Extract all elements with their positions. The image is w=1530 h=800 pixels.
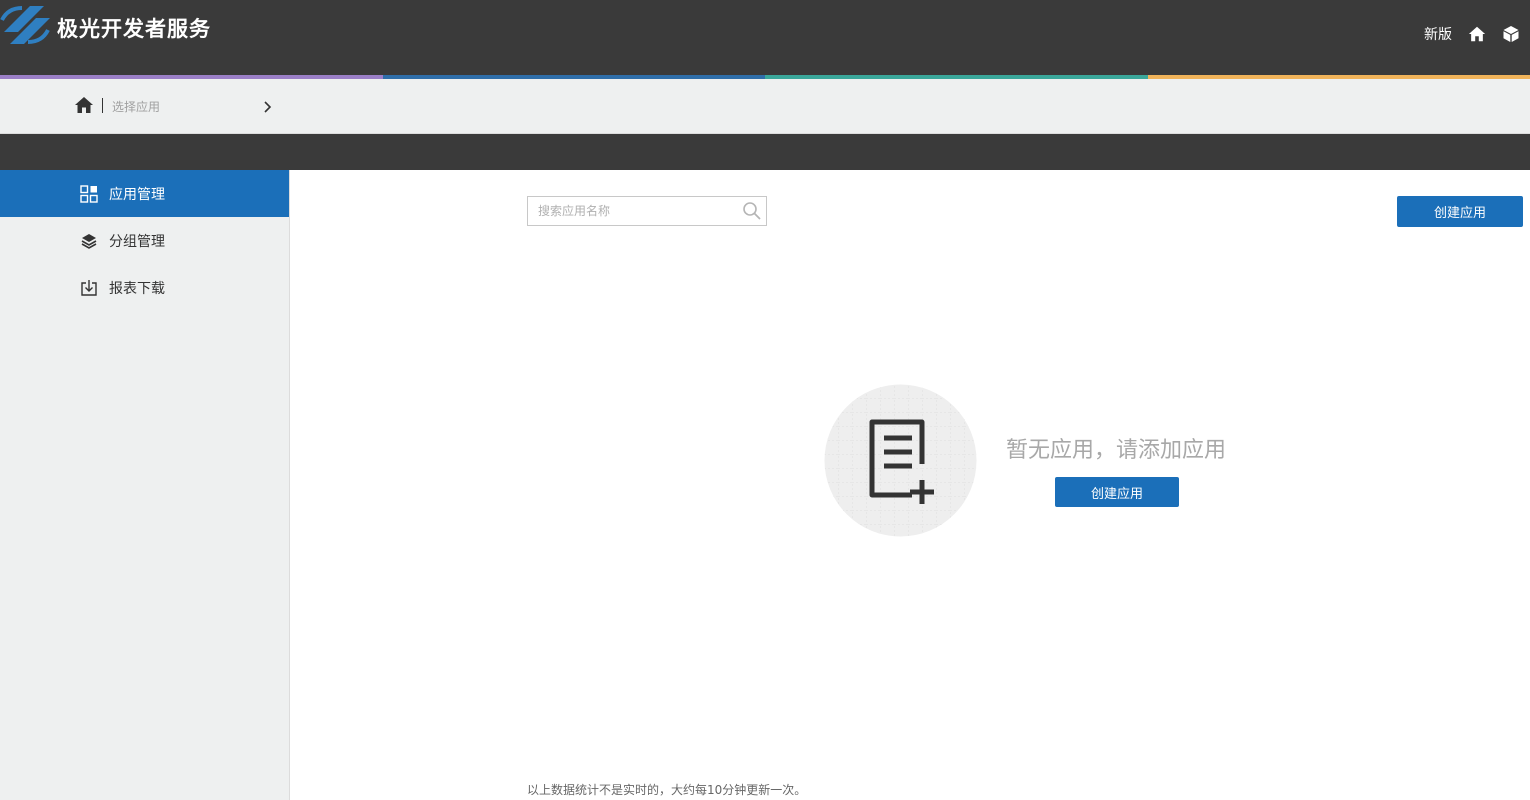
sidebar-item-group-management[interactable]: 分组管理 bbox=[0, 217, 289, 264]
breadcrumb-separator bbox=[102, 98, 103, 113]
jiguang-logo-icon[interactable] bbox=[0, 2, 50, 48]
sidebar-item-report-download[interactable]: 报表下载 bbox=[0, 264, 289, 311]
app-search-box bbox=[527, 196, 767, 226]
brand-name[interactable]: 极光开发者服务 bbox=[57, 13, 211, 43]
sidebar-item-app-management[interactable]: 应用管理 bbox=[0, 170, 289, 217]
sidebar-item-label: 报表下载 bbox=[109, 280, 165, 297]
sidebar-item-label: 分组管理 bbox=[109, 233, 165, 250]
new-version-link[interactable]: 新版 bbox=[1424, 24, 1452, 44]
breadcrumb-select-app[interactable]: 选择应用 bbox=[112, 98, 160, 115]
layers-icon bbox=[81, 233, 97, 249]
top-header: 极光开发者服务 新版 bbox=[0, 0, 1530, 75]
dark-strip bbox=[0, 134, 1530, 170]
stats-footnote: 以上数据统计不是实时的，大约每10分钟更新一次。 bbox=[527, 783, 807, 797]
cube-icon[interactable] bbox=[1502, 25, 1520, 43]
chevron-right-icon[interactable] bbox=[263, 101, 272, 113]
search-input[interactable] bbox=[528, 197, 728, 225]
breadcrumb: 选择应用 bbox=[0, 79, 1530, 134]
search-icon[interactable] bbox=[742, 201, 762, 221]
empty-create-app-button[interactable]: 创建应用 bbox=[1055, 477, 1179, 507]
empty-state-message: 暂无应用，请添加应用 bbox=[1006, 438, 1227, 463]
top-right-actions: 新版 bbox=[1424, 24, 1520, 44]
sidebar-item-label: 应用管理 bbox=[109, 186, 165, 203]
download-icon bbox=[81, 279, 97, 296]
create-app-button[interactable]: 创建应用 bbox=[1397, 196, 1523, 227]
breadcrumb-home-icon[interactable] bbox=[74, 96, 94, 114]
empty-document-add-icon bbox=[824, 384, 977, 537]
grid-icon bbox=[80, 184, 98, 203]
sidebar: 应用管理 分组管理 报表下载 bbox=[0, 170, 290, 800]
home-icon[interactable] bbox=[1468, 25, 1486, 43]
